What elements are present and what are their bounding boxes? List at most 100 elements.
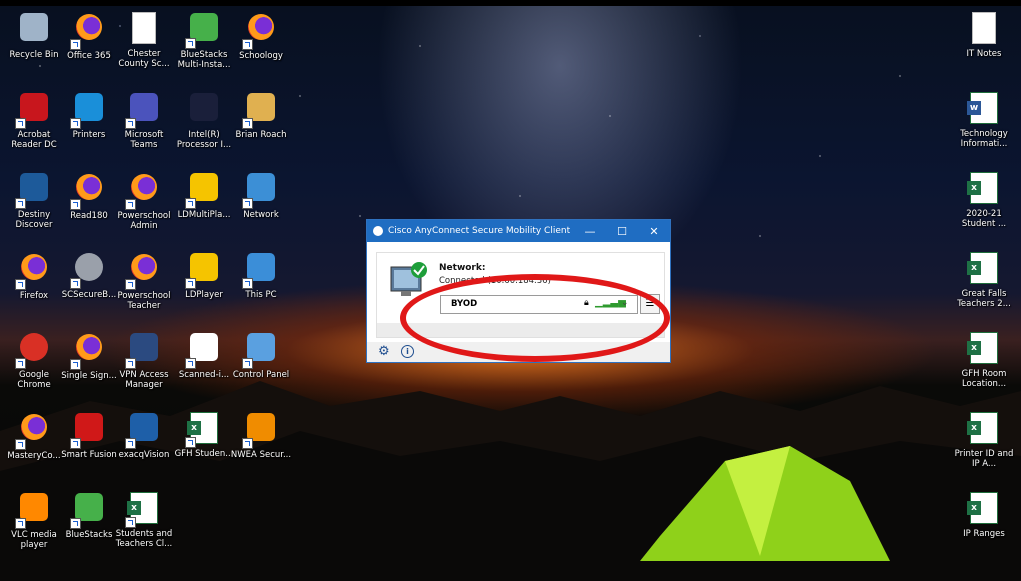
desktop-icon-label: Network (243, 210, 279, 220)
desktop-icon-label: IP Ranges (963, 529, 1005, 539)
maximize-button[interactable]: ☐ (606, 225, 638, 238)
desktop-icon[interactable]: Control Panel (229, 330, 293, 380)
word-file-icon: w (967, 92, 1001, 126)
desktop-icon-label: GFH Studen... (174, 449, 234, 459)
desktop-icon-label: BlueStacks Multi-Insta... (177, 50, 231, 70)
shortcut-arrow-icon (15, 279, 26, 290)
ldmultiplayer-icon (185, 173, 221, 209)
desktop-icon[interactable]: Microsoft Teams (112, 90, 176, 150)
network-heading: Network: (439, 263, 486, 273)
firefox-shortcut-icon (125, 254, 161, 290)
excel-file-icon: x (967, 492, 1001, 526)
shortcut-arrow-icon (242, 358, 253, 369)
desktop-icon[interactable]: NWEA Secur... (229, 410, 293, 460)
desktop-icon[interactable]: Brian Roach (229, 90, 293, 140)
title-bar[interactable]: Cisco AnyConnect Secure Mobility Client … (367, 220, 670, 242)
desktop-icon[interactable]: Intel(R) Processor I... (172, 90, 236, 150)
vpn-lock-icon (125, 333, 161, 369)
shortcut-arrow-icon (70, 199, 81, 210)
desktop-icon-label: GFH Room Location... (961, 369, 1007, 389)
shortcut-arrow-icon (185, 38, 196, 49)
shortcut-arrow-icon (15, 198, 26, 209)
desktop-icon-label: Microsoft Teams (124, 130, 164, 150)
control-panel-icon (242, 333, 278, 369)
internet-explorer-icon (70, 93, 106, 129)
window-title: Cisco AnyConnect Secure Mobility Client (388, 226, 571, 236)
desktop-icon[interactable]: x IP Ranges (952, 490, 1016, 539)
shortcut-arrow-icon (185, 198, 196, 209)
desktop-icon[interactable]: LDMultiPla... (172, 170, 236, 220)
desktop-icon-label: Scanned-i... (178, 370, 230, 380)
shortcut-arrow-icon (125, 199, 136, 210)
shortcut-arrow-icon (70, 359, 81, 370)
desktop-icon-label: Chester County Sc... (118, 49, 170, 69)
shortcut-arrow-icon (70, 438, 81, 449)
desktop-icon[interactable]: x GFH Studen... (172, 410, 236, 459)
shortcut-arrow-icon (242, 438, 253, 449)
desktop-icon-label: Powerschool Admin (117, 211, 171, 231)
excel-file-icon: x (185, 412, 221, 448)
gear-icon[interactable]: ⚙ (378, 344, 390, 359)
desktop-icon[interactable]: Network (229, 170, 293, 220)
desktop-icon[interactable]: x 2020-21 Student ... (952, 170, 1016, 229)
exacqvision-icon (125, 413, 161, 449)
nwea-icon (242, 413, 278, 449)
desktop-icon[interactable]: x Great Falls Teachers 2... (952, 250, 1016, 309)
firefox-shortcut-icon (70, 14, 106, 50)
desktop-icon[interactable]: IT Notes (952, 10, 1016, 59)
shortcut-arrow-icon (15, 358, 26, 369)
desktop-icon-label: Students and Teachers Cl... (115, 529, 173, 549)
shortcut-arrow-icon (242, 118, 253, 129)
desktop-icon-label: Brian Roach (235, 130, 287, 140)
desktop-icon-label: 2020-21 Student ... (961, 209, 1007, 229)
desktop-icon-label: Control Panel (232, 370, 290, 380)
desktop-icon[interactable]: Scanned-i... (172, 330, 236, 380)
close-button[interactable]: ✕ (638, 225, 670, 238)
cisco-logo-icon (373, 226, 383, 236)
ldplayer-icon (185, 253, 221, 289)
destiny-icon (15, 173, 51, 209)
shortcut-arrow-icon (15, 118, 26, 129)
network-icon (242, 173, 278, 209)
recycle-bin-icon (17, 13, 51, 47)
minimize-button[interactable]: — (574, 225, 606, 238)
desktop-icon[interactable]: x Printer ID and IP A... (952, 410, 1016, 469)
desktop-icon-label: VPN Access Manager (119, 370, 169, 390)
red-annotation-circle (400, 274, 670, 362)
shortcut-arrow-icon (125, 438, 136, 449)
firefox-icon (15, 254, 51, 290)
desktop-icon[interactable]: This PC (229, 250, 293, 300)
this-pc-icon (242, 253, 278, 289)
blank-document-icon (127, 12, 161, 46)
desktop-icon-label: Intel(R) Processor I... (176, 130, 232, 150)
desktop-icon[interactable]: w Technology Informati... (952, 90, 1016, 149)
vlc-icon (15, 493, 51, 529)
desktop-icon[interactable]: Chester County Sc... (112, 10, 176, 69)
desktop-icon[interactable]: LDPlayer (172, 250, 236, 300)
excel-file-icon: x (125, 492, 161, 528)
desktop-icon[interactable]: Schoology (229, 10, 293, 61)
shortcut-arrow-icon (70, 118, 81, 129)
desktop-icon[interactable]: Powerschool Teacher (112, 250, 176, 311)
firefox-shortcut-icon (125, 174, 161, 210)
desktop-icon[interactable]: exacqVision (112, 410, 176, 460)
shortcut-arrow-icon (125, 358, 136, 369)
desktop-icon[interactable]: x Students and Teachers Cl... (112, 490, 176, 549)
desktop-icon[interactable]: BlueStacks Multi-Insta... (172, 10, 236, 70)
desktop-icon[interactable]: x GFH Room Location... (952, 330, 1016, 389)
desktop-icon-label: exacqVision (118, 450, 170, 460)
text-document-icon (967, 12, 1001, 46)
desktop-icon[interactable]: VPN Access Manager (112, 330, 176, 390)
desktop-icon[interactable]: Powerschool Admin (112, 170, 176, 231)
secure-browser-icon (70, 253, 106, 289)
bluestacks-icon (70, 493, 106, 529)
desktop-icon-label: LDMultiPla... (177, 210, 231, 220)
smart-fusion-icon (70, 413, 106, 449)
info-icon[interactable]: i (401, 345, 414, 358)
excel-file-icon: x (967, 172, 1001, 206)
user-folder-icon (242, 93, 278, 129)
shortcut-arrow-icon (242, 39, 253, 50)
shortcut-arrow-icon (242, 198, 253, 209)
shortcut-arrow-icon (125, 118, 136, 129)
desktop-icon-label: IT Notes (966, 49, 1002, 59)
